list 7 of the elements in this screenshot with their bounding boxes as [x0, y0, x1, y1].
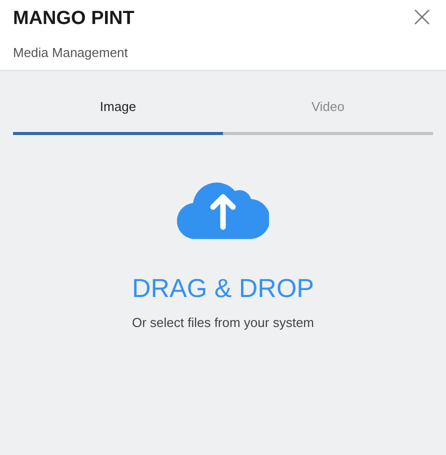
close-button[interactable]: [414, 9, 430, 25]
dialog-title: MANGO PINT: [13, 7, 134, 31]
dropzone-hint: Or select files from your system: [132, 314, 314, 332]
tab[interactable]: Image: [13, 81, 223, 135]
close-icon: [414, 9, 430, 25]
dropzone-heading: DRAG & DROP: [132, 273, 314, 303]
dialog-subtitle: Media Management: [13, 44, 129, 62]
